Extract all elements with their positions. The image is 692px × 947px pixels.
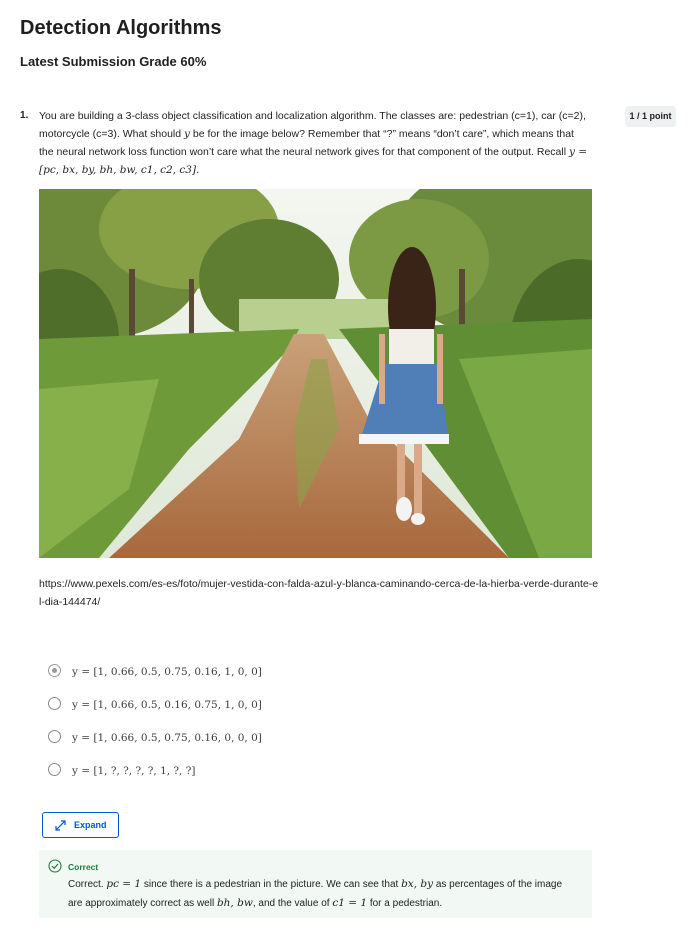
feedback-status: Correct — [68, 862, 99, 872]
expand-arrows-icon — [54, 819, 67, 832]
feedback-text: Correct. pc = 1 since there is a pedestr… — [68, 875, 578, 913]
feedback-text-part4: , and the value of — [252, 898, 333, 909]
feedback-text-part2: since there is a pedestrian in the pictu… — [141, 879, 402, 890]
answer-option-label: y = [1, 0.66, 0.5, 0.75, 0.16, 1, 0, 0] — [72, 666, 262, 678]
radio-button[interactable] — [48, 763, 61, 776]
feedback-pc-expr: pc = 1 — [106, 878, 142, 890]
submission-grade: Latest Submission Grade 60% — [20, 54, 207, 69]
points-badge: 1 / 1 point — [625, 106, 676, 127]
answer-option-label: y = [1, 0.66, 0.5, 0.75, 0.16, 0, 0, 0] — [72, 732, 262, 744]
question-image — [39, 189, 592, 558]
feedback-panel: Correct Correct. pc = 1 since there is a… — [39, 850, 592, 918]
answer-option-label: y = [1, 0.66, 0.5, 0.16, 0.75, 1, 0, 0] — [72, 699, 262, 711]
question-text: You are building a 3-class object classi… — [39, 107, 591, 179]
page-title: Detection Algorithms — [20, 17, 222, 39]
expand-button[interactable]: Expand — [42, 812, 119, 838]
feedback-text-part1: Correct. — [68, 879, 107, 890]
feedback-c1-expr: c1 = 1 — [332, 897, 368, 909]
feedback-text-part5: for a pedestrian. — [367, 898, 443, 909]
radio-button[interactable] — [48, 697, 61, 710]
check-circle-icon — [48, 859, 62, 873]
feedback-bxby-expr: bx, by — [401, 878, 434, 890]
question-number: 1. — [20, 110, 29, 121]
feedback-bhbw-expr: bh, bw — [216, 897, 253, 909]
image-source-url: https://www.pexels.com/es-es/foto/mujer-… — [39, 578, 599, 608]
expand-button-label: Expand — [74, 820, 107, 830]
radio-button-selected[interactable] — [48, 664, 61, 677]
answer-option-label: y = [1, ?, ?, ?, ?, 1, ?, ?] — [72, 765, 196, 777]
radio-button[interactable] — [48, 730, 61, 743]
